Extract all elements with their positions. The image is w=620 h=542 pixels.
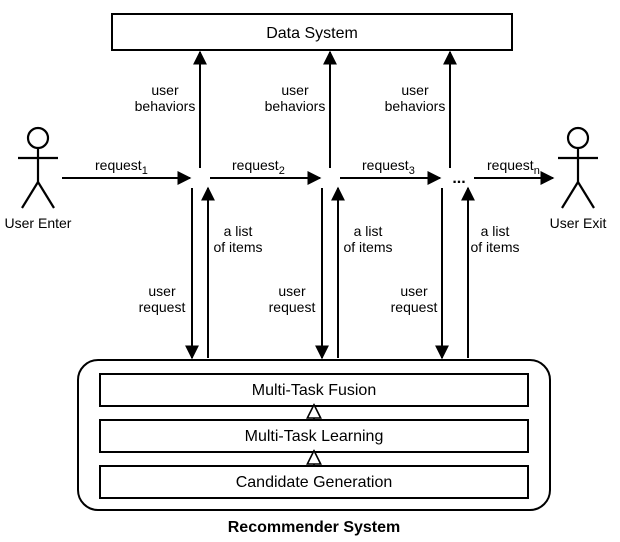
col3-down-right-l2: of items	[470, 239, 519, 255]
recommender-system-caption: Recommender System	[228, 519, 401, 536]
col1-down-left-l1: user	[148, 283, 176, 299]
col3-down-left-l2: request	[391, 299, 438, 315]
layer-multi-task-learning-label: Multi-Task Learning	[245, 428, 384, 445]
col2-down-right-l1: a list	[354, 223, 383, 239]
data-system-label: Data System	[266, 25, 358, 42]
col1-up-l2: behaviors	[135, 98, 196, 114]
diagram-canvas: Data System Recommender System Multi-Tas…	[0, 0, 620, 542]
ellipsis: ...	[452, 170, 465, 187]
request-n-label: requestn	[487, 157, 540, 177]
user-enter-icon	[18, 128, 58, 208]
col3-down-right-l1: a list	[481, 223, 510, 239]
col1-down-right-l2: of items	[213, 239, 262, 255]
request-2-label: request2	[232, 157, 285, 177]
col1-down-right-l1: a list	[224, 223, 253, 239]
col2-up-l2: behaviors	[265, 98, 326, 114]
layer-candidate-generation-label: Candidate Generation	[236, 474, 393, 491]
col3-down-left-l1: user	[400, 283, 428, 299]
col2-down-left-l2: request	[269, 299, 316, 315]
col2-down-right-l2: of items	[343, 239, 392, 255]
col2-down-left-l1: user	[278, 283, 306, 299]
col1-up-l1: user	[151, 82, 179, 98]
col1-down-left-l2: request	[139, 299, 186, 315]
user-enter-label: User Enter	[5, 215, 72, 231]
request-1-label: request1	[95, 157, 148, 177]
col3-up-l1: user	[401, 82, 429, 98]
col2-up-l1: user	[281, 82, 309, 98]
col3-up-l2: behaviors	[385, 98, 446, 114]
request-3-label: request3	[362, 157, 415, 177]
layer-multi-task-fusion-label: Multi-Task Fusion	[252, 382, 376, 399]
user-exit-icon	[558, 128, 598, 208]
user-exit-label: User Exit	[550, 215, 607, 231]
